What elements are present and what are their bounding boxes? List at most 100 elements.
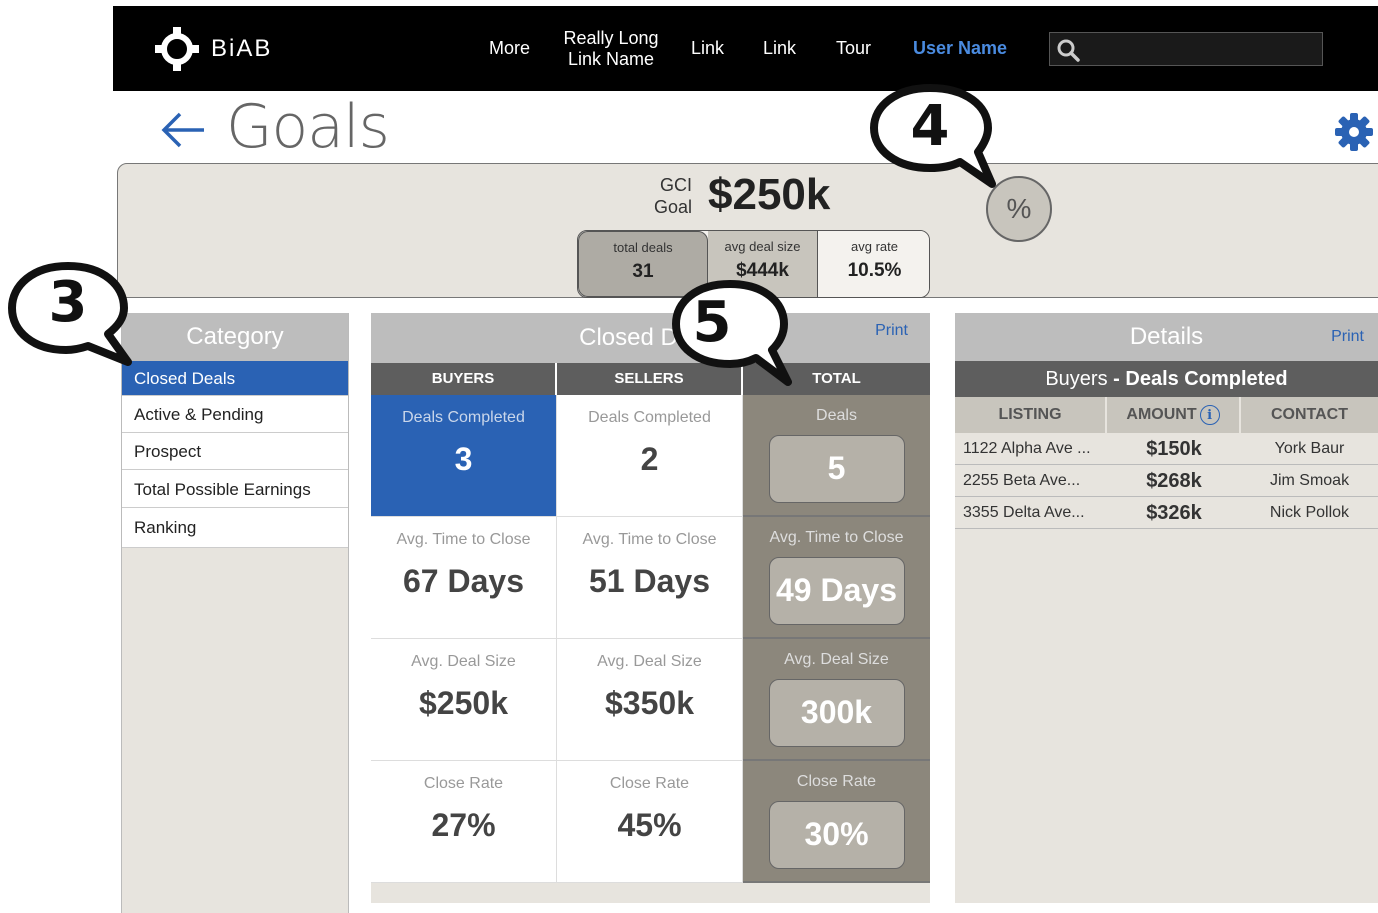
total-value-box: 300k: [768, 679, 905, 747]
total-value-box: 30%: [768, 801, 905, 869]
cell-value: $250k: [419, 685, 508, 721]
nav-link-tour[interactable]: Tour: [836, 38, 871, 59]
contact-cell: York Baur: [1274, 440, 1345, 457]
nav-link-more[interactable]: More: [489, 38, 530, 59]
stat-label: avg rate: [851, 239, 898, 254]
callout-3-number: 3: [48, 270, 88, 335]
table-row[interactable]: 1122 Alpha Ave ... $150k York Baur: [955, 433, 1378, 465]
closed-deals-grid: Deals Completed 3 Avg. Time to Close 67 …: [371, 395, 930, 883]
buyers-deals-completed-cell[interactable]: Deals Completed 3: [371, 395, 556, 517]
cell-label: Deals: [816, 407, 857, 424]
details-columns: LISTING AMOUNT i CONTACT: [955, 397, 1378, 433]
category-panel: Category Closed Deals Active & Pending P…: [121, 313, 349, 913]
search-input[interactable]: [1049, 32, 1323, 66]
cell-label: Close Rate: [423, 775, 504, 792]
search-icon: [1057, 39, 1080, 62]
column-amount[interactable]: AMOUNT i: [1107, 397, 1241, 433]
sellers-deals-completed-cell[interactable]: Deals Completed 2: [557, 395, 742, 517]
sellers-deal-size-cell[interactable]: Avg. Deal Size $350k: [557, 639, 742, 761]
category-item-total-possible-earnings[interactable]: Total Possible Earnings: [122, 470, 348, 508]
stat-label: avg deal size: [724, 239, 801, 254]
listing-cell: 3355 Delta Ave...: [963, 504, 1085, 521]
nav-link-really-long[interactable]: Really Long Link Name: [561, 28, 661, 70]
table-row[interactable]: 3355 Delta Ave... $326k Nick Pollok: [955, 497, 1378, 529]
cell-label: Avg. Time to Close: [769, 529, 904, 546]
column-contact[interactable]: CONTACT: [1241, 397, 1378, 433]
details-header: Details Print: [955, 313, 1378, 361]
user-name-link[interactable]: User Name: [913, 38, 1007, 59]
top-nav: BiAB More Really Long Link Name Link Lin…: [113, 6, 1378, 91]
column-amount-label: AMOUNT: [1126, 406, 1197, 423]
details-panel: Details Print Buyers - Deals Completed L…: [955, 313, 1378, 903]
buyers-deal-size-cell[interactable]: Avg. Deal Size $250k: [371, 639, 556, 761]
details-sub-title: - Deals Completed: [1113, 368, 1288, 390]
info-icon[interactable]: i: [1199, 404, 1220, 425]
details-title: Details: [1129, 323, 1204, 350]
total-deal-size-cell[interactable]: Avg. Deal Size 300k: [743, 639, 930, 761]
listing-cell: 2255 Beta Ave...: [963, 472, 1081, 489]
amount-cell: $326k: [1146, 502, 1202, 524]
gci-label-line1: GCI: [659, 175, 692, 195]
cell-label: Avg. Time to Close: [582, 531, 717, 548]
column-listing[interactable]: LISTING: [955, 397, 1107, 433]
print-link[interactable]: Print: [875, 311, 908, 351]
cell-label: Avg. Time to Close: [396, 531, 531, 548]
gci-label-line2: Goal: [653, 197, 692, 217]
total-time-to-close-cell[interactable]: Avg. Time to Close 49 Days: [743, 517, 930, 639]
gci-label: GCI Goal: [648, 174, 692, 218]
cell-value: 27%: [431, 807, 496, 843]
cell-label: Deals Completed: [588, 409, 711, 426]
callout-4-number: 4: [910, 94, 950, 159]
total-deals-cell[interactable]: Deals 5: [743, 395, 930, 517]
sellers-column: Deals Completed 2 Avg. Time to Close 51 …: [557, 395, 743, 883]
total-close-rate-cell[interactable]: Close Rate 30%: [743, 761, 930, 883]
stat-avg-rate[interactable]: avg rate 10.5%: [818, 231, 929, 297]
category-item-active-pending[interactable]: Active & Pending: [122, 396, 348, 433]
details-print-link[interactable]: Print: [1331, 317, 1364, 357]
stat-label: total deals: [613, 240, 673, 255]
closed-deals-header: Closed Deals Print: [371, 313, 930, 363]
amount-cell: $150k: [1146, 438, 1202, 460]
nav-link-2[interactable]: Link: [763, 38, 796, 59]
sellers-close-rate-cell[interactable]: Close Rate 45%: [557, 761, 742, 883]
category-item-ranking[interactable]: Ranking: [122, 508, 348, 548]
closed-deals-columns: BUYERS SELLERS TOTAL: [371, 363, 930, 395]
column-buyers[interactable]: BUYERS: [371, 363, 557, 395]
page-title: Goals: [226, 92, 390, 162]
cell-label: Close Rate: [796, 773, 877, 790]
nav-link-1[interactable]: Link: [691, 38, 724, 59]
cell-value: 2: [640, 441, 659, 477]
category-item-prospect[interactable]: Prospect: [122, 433, 348, 470]
table-row[interactable]: 2255 Beta Ave... $268k Jim Smoak: [955, 465, 1378, 497]
back-arrow-icon[interactable]: [158, 108, 208, 152]
contact-cell: Jim Smoak: [1269, 472, 1350, 489]
cell-value: 51 Days: [589, 563, 710, 599]
gci-goal-value[interactable]: $250k: [708, 170, 830, 220]
brand-logo[interactable]: BiAB: [153, 27, 273, 71]
cell-label: Avg. Deal Size: [784, 651, 889, 668]
cell-value: 45%: [617, 807, 682, 843]
total-value-box: 49 Days: [768, 557, 905, 625]
total-column: Deals 5 Avg. Time to Close 49 Days Avg. …: [743, 395, 930, 883]
buyers-column: Deals Completed 3 Avg. Time to Close 67 …: [371, 395, 557, 883]
cell-value: 67 Days: [403, 563, 524, 599]
cell-label: Avg. Deal Size: [597, 653, 702, 670]
cell-value: 3: [454, 441, 473, 477]
listing-cell: 1122 Alpha Ave ...: [963, 440, 1091, 457]
gear-icon[interactable]: [1334, 112, 1374, 152]
total-value-box: 5: [768, 435, 905, 503]
callout-5-number: 5: [692, 290, 732, 355]
details-subheader: Buyers - Deals Completed: [955, 361, 1378, 397]
amount-cell: $268k: [1146, 470, 1202, 492]
cell-label: Avg. Deal Size: [411, 653, 516, 670]
brand-name: BiAB: [211, 35, 273, 62]
category-header: Category: [122, 313, 348, 361]
buyers-close-rate-cell[interactable]: Close Rate 27%: [371, 761, 556, 883]
closed-deals-panel: Closed Deals Print BUYERS SELLERS TOTAL …: [371, 313, 930, 903]
category-item-closed-deals[interactable]: Closed Deals: [122, 361, 348, 396]
sellers-time-to-close-cell[interactable]: Avg. Time to Close 51 Days: [557, 517, 742, 639]
buyers-time-to-close-cell[interactable]: Avg. Time to Close 67 Days: [371, 517, 556, 639]
details-sub-prefix: Buyers: [1045, 368, 1108, 390]
cell-label: Deals Completed: [402, 409, 525, 426]
contact-cell: Nick Pollok: [1269, 504, 1350, 521]
